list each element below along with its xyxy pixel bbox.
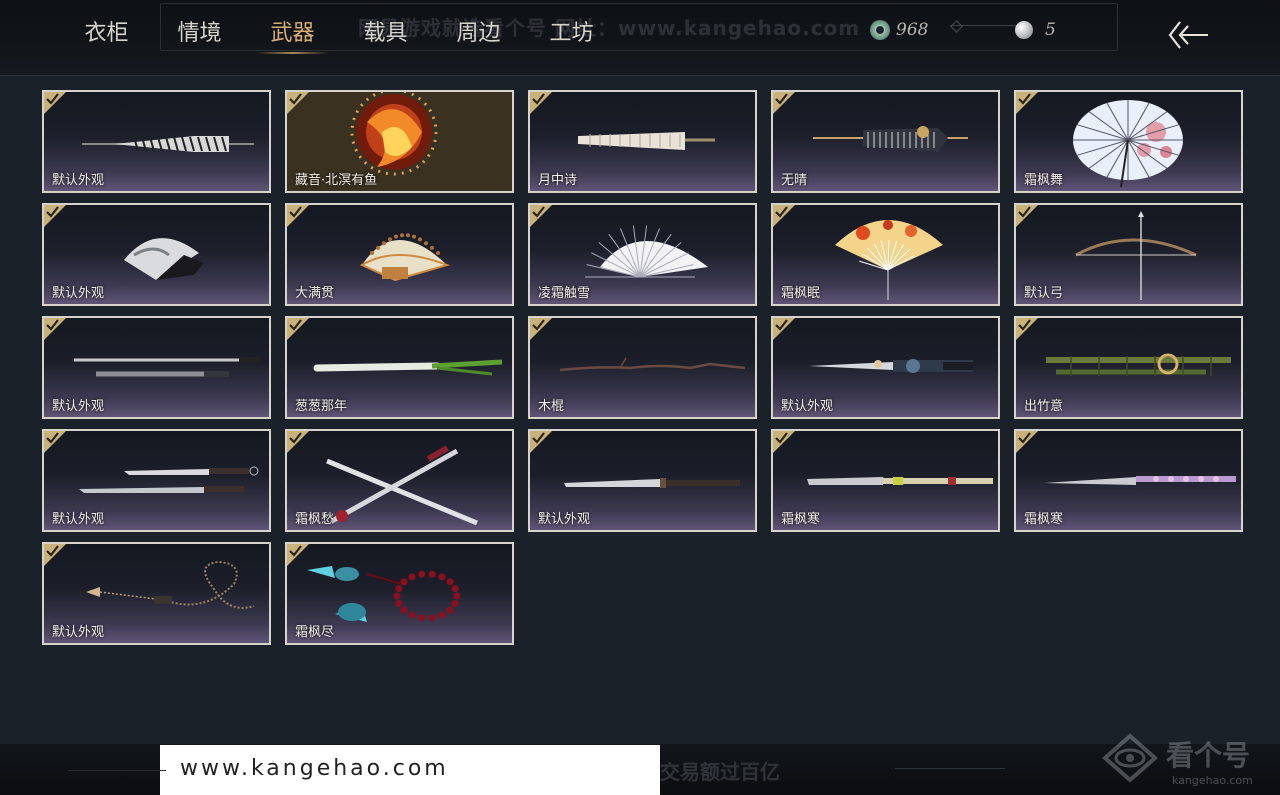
weapon-name: 默认外观	[52, 286, 105, 301]
weapon-name: 大满贯	[295, 286, 335, 301]
checkmark-icon	[532, 319, 545, 331]
checkmark-icon	[289, 432, 302, 444]
weapon-card[interactable]: 葱葱那年	[285, 316, 514, 419]
weapon-name: 无晴	[781, 173, 808, 188]
pearl-icon	[1015, 21, 1033, 39]
checkmark-icon	[1018, 206, 1031, 218]
watermark-url-line	[68, 770, 166, 771]
tab-0[interactable]: 衣柜	[60, 14, 153, 54]
weapon-name: 默认外观	[52, 399, 105, 414]
jade-coin-icon	[870, 20, 890, 40]
checkmark-icon	[289, 206, 302, 218]
weapon-name: 霜枫尽	[295, 625, 335, 640]
weapon-card[interactable]: 霜枫尽	[285, 542, 514, 645]
weapon-name: 默认外观	[781, 399, 834, 414]
weapon-card[interactable]: 霜枫舞	[1014, 90, 1243, 193]
eye-logo-icon	[1101, 733, 1159, 783]
checkmark-icon	[46, 93, 59, 105]
checkmark-icon	[289, 545, 302, 557]
watermark-url: www.kangehao.com	[180, 756, 449, 781]
weapon-name: 凌霜触雪	[538, 286, 591, 301]
checkmark-icon	[1018, 432, 1031, 444]
checkmark-icon	[289, 93, 302, 105]
weapon-card[interactable]: 默认外观	[42, 429, 271, 532]
logo-text: 看个号	[1166, 739, 1251, 772]
weapon-card[interactable]: 霜枫眠	[771, 203, 1000, 306]
weapon-name: 霜枫愁	[295, 512, 335, 527]
weapon-name: 霜枫寒	[1024, 512, 1064, 527]
weapon-name: 默认外观	[52, 173, 105, 188]
weapon-name: 默认弓	[1024, 286, 1064, 301]
weapon-card[interactable]: 默认外观	[42, 203, 271, 306]
checkmark-icon	[1018, 93, 1031, 105]
back-button[interactable]	[1166, 18, 1210, 52]
tab-2[interactable]: 武器	[246, 14, 339, 54]
checkmark-icon	[532, 206, 545, 218]
weapon-name: 默认外观	[52, 625, 105, 640]
checkmark-icon	[775, 206, 788, 218]
top-watermark: 网易游戏就选看个号 网址：www.kangehao.com	[358, 16, 861, 40]
weapon-card[interactable]: 默认外观	[528, 429, 757, 532]
checkmark-icon	[46, 319, 59, 331]
weapon-name: 默认外观	[52, 512, 105, 527]
weapon-card[interactable]: 大满贯	[285, 203, 514, 306]
checkmark-icon	[46, 206, 59, 218]
weapon-card[interactable]: 默认外观	[42, 90, 271, 193]
tab-1[interactable]: 情境	[153, 14, 246, 54]
weapon-name: 木棍	[538, 399, 565, 414]
weapon-card[interactable]: 霜枫寒	[1014, 429, 1243, 532]
checkmark-icon	[775, 319, 788, 331]
weapon-card[interactable]: 默认弓	[1014, 203, 1243, 306]
weapon-card[interactable]: 出竹意	[1014, 316, 1243, 419]
weapon-card[interactable]: 月中诗	[528, 90, 757, 193]
kangehao-logo: 看个号 kangehao.com	[1100, 728, 1275, 790]
bottom-divider	[895, 768, 1005, 769]
pearl-currency: 5	[1015, 20, 1056, 40]
checkmark-icon	[46, 545, 59, 557]
weapon-card[interactable]: 无晴	[771, 90, 1000, 193]
pearl-currency-value: 5	[1045, 20, 1056, 40]
weapon-name: 霜枫舞	[1024, 173, 1064, 188]
weapon-name: 霜枫眠	[781, 286, 821, 301]
checkmark-icon	[1018, 319, 1031, 331]
jade-currency-value: 968	[896, 20, 929, 40]
weapon-name: 藏音·北溟有鱼	[295, 173, 378, 188]
checkmark-icon	[289, 319, 302, 331]
weapon-name: 葱葱那年	[295, 399, 348, 414]
checkmark-icon	[532, 93, 545, 105]
logo-domain: kangehao.com	[1172, 774, 1253, 787]
weapon-name: 出竹意	[1024, 399, 1064, 414]
weapon-name: 霜枫寒	[781, 512, 821, 527]
checkmark-icon	[775, 93, 788, 105]
weapon-card[interactable]: 默认外观	[42, 542, 271, 645]
weapon-name: 默认外观	[538, 512, 591, 527]
checkmark-icon	[775, 432, 788, 444]
weapon-card[interactable]: 藏音·北溟有鱼	[285, 90, 514, 193]
top-bar: 衣柜 情境 武器 载具 周边 工坊 网易游戏就选看个号 网址：www.kangehao.c…	[0, 0, 1280, 76]
weapon-card[interactable]: 默认外观	[771, 316, 1000, 419]
weapon-card[interactable]: 凌霜触雪	[528, 203, 757, 306]
weapon-card[interactable]: 默认外观	[42, 316, 271, 419]
weapon-card[interactable]: 霜枫寒	[771, 429, 1000, 532]
weapon-card[interactable]: 木棍	[528, 316, 757, 419]
checkmark-icon	[532, 432, 545, 444]
back-arrow-icon	[1168, 21, 1208, 49]
checkmark-icon	[46, 432, 59, 444]
weapon-grid: 默认外观 藏音·北溟有鱼 月中诗 无晴 霜枫舞 默认外观 大满贯 凌霜触雪 霜枫眠 默认弓 默认外观…	[42, 90, 1243, 645]
weapon-card[interactable]: 霜枫愁	[285, 429, 514, 532]
jade-currency: 968	[870, 20, 928, 40]
weapon-name: 月中诗	[538, 173, 578, 188]
